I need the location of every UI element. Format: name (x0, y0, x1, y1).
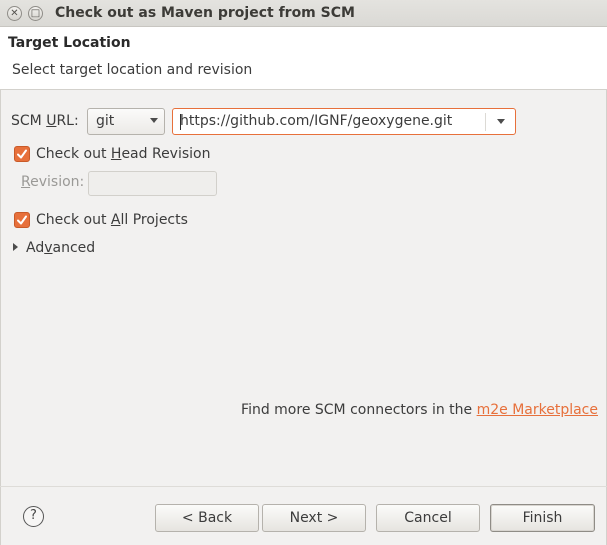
head-revision-label[interactable]: Check out Head Revision (36, 146, 210, 162)
connectors-hint: Find more SCM connectors in the m2e Mark… (241, 402, 598, 418)
head-revision-checkbox[interactable] (14, 146, 30, 162)
revision-input (88, 171, 217, 196)
page-description: Select target location and revision (12, 62, 253, 78)
scm-url-input[interactable]: https://github.com/IGNF/geoxygene.git (180, 113, 452, 129)
scm-type-value: git (96, 113, 115, 129)
all-projects-checkbox[interactable] (14, 212, 30, 228)
page-title: Target Location (8, 35, 131, 51)
expand-arrow-icon[interactable] (13, 243, 18, 251)
scm-url-label: SCM URL: (11, 113, 79, 129)
scm-url-combo[interactable]: https://github.com/IGNF/geoxygene.git (172, 108, 516, 135)
chevron-down-icon (150, 118, 158, 123)
window-title: Check out as Maven project from SCM (55, 5, 355, 21)
checkmark-icon (17, 149, 27, 159)
marketplace-link[interactable]: m2e Marketplace (477, 402, 598, 418)
checkmark-icon (17, 215, 27, 225)
back-button[interactable]: < Back (155, 504, 259, 532)
text-caret (180, 114, 181, 130)
left-border (0, 27, 1, 545)
advanced-section-toggle[interactable]: Advanced (26, 240, 95, 256)
chevron-down-icon[interactable] (497, 119, 505, 124)
finish-button[interactable]: Finish (490, 504, 595, 532)
combo-separator (485, 113, 486, 131)
help-icon[interactable]: ? (23, 506, 44, 527)
all-projects-label[interactable]: Check out All Projects (36, 212, 188, 228)
next-button[interactable]: Next > (262, 504, 366, 532)
revision-label: Revision: (21, 174, 85, 190)
maximize-window-icon[interactable]: □ (28, 6, 43, 21)
cancel-button[interactable]: Cancel (376, 504, 480, 532)
scm-type-dropdown[interactable]: git (87, 108, 165, 135)
footer-divider (0, 486, 607, 487)
title-bar: ✕ □ Check out as Maven project from SCM (0, 0, 607, 27)
wizard-header: Target Location Select target location a… (0, 27, 607, 90)
close-window-icon[interactable]: ✕ (7, 6, 22, 21)
